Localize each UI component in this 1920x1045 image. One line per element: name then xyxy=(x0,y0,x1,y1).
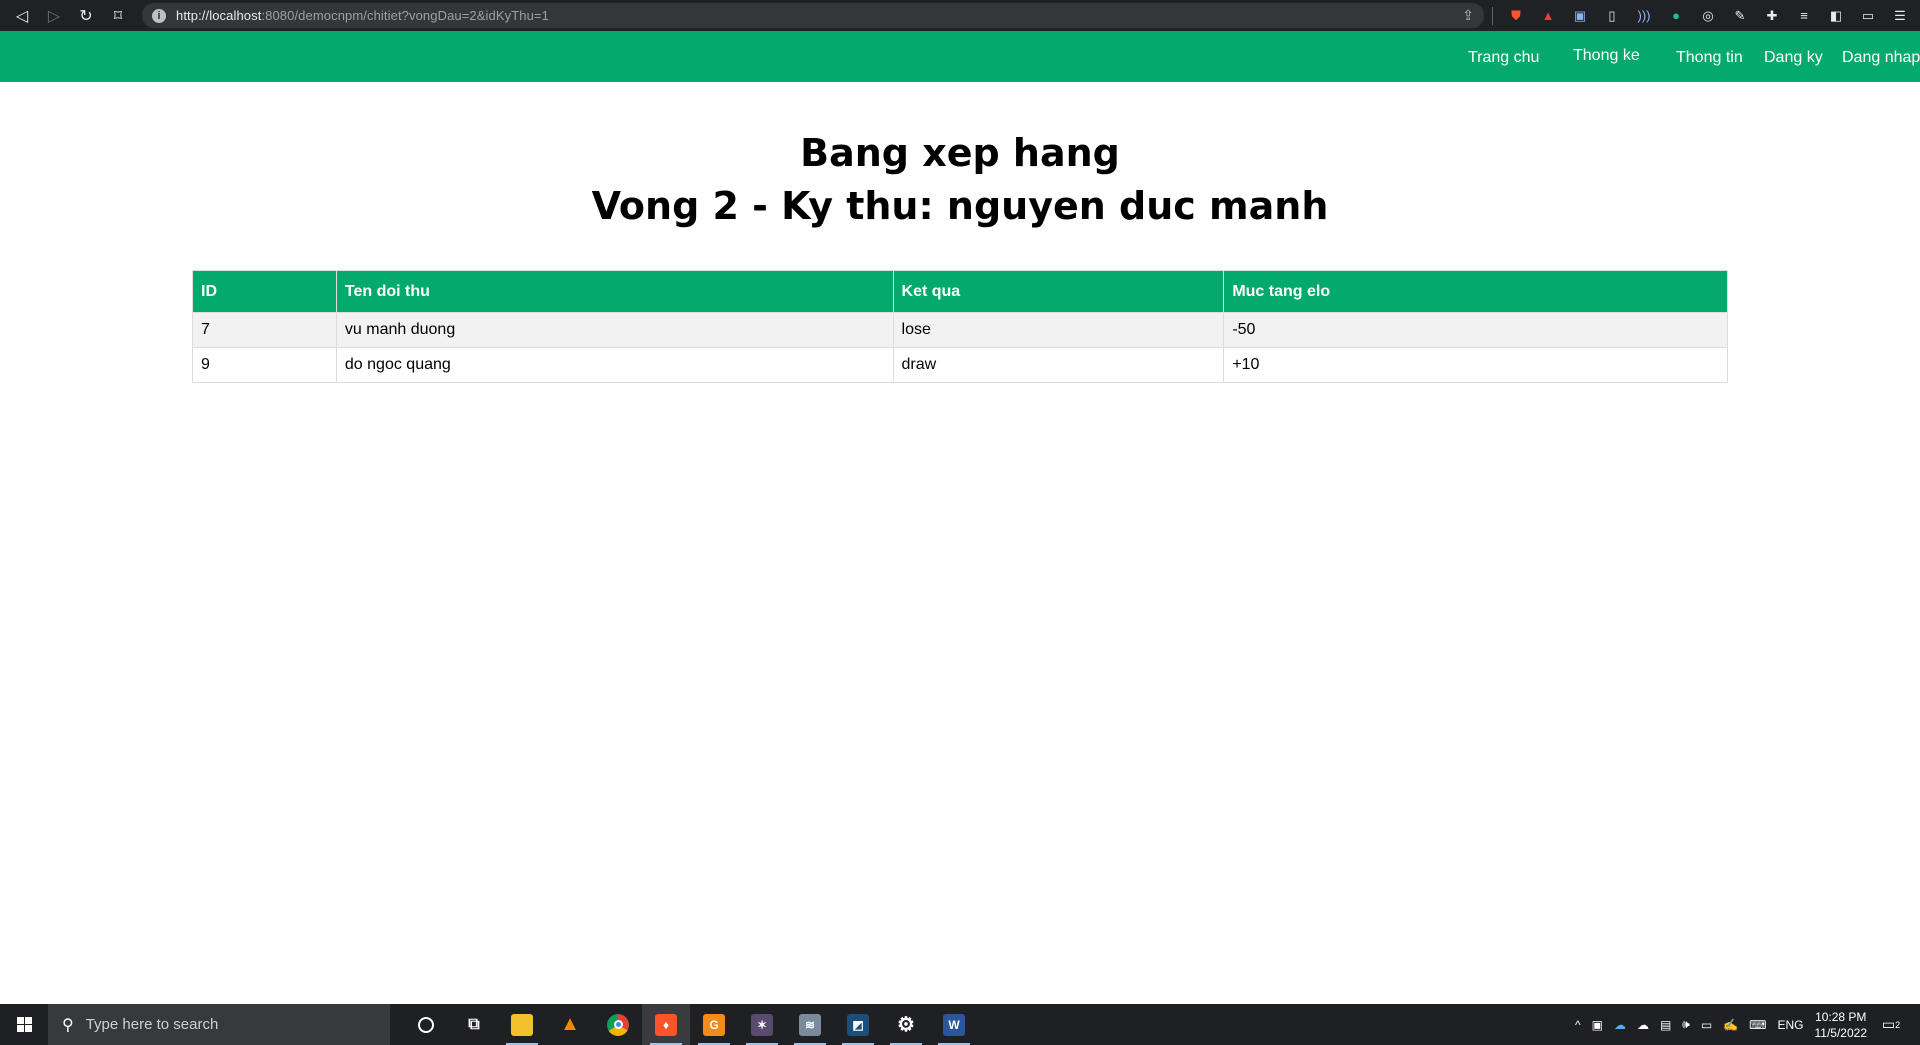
forward-icon[interactable]: ▷ xyxy=(44,6,64,26)
phone-extension-icon[interactable]: ▯ xyxy=(1603,7,1621,25)
sidebar-icon[interactable]: ◧ xyxy=(1827,7,1845,25)
table-row: 7 vu manh duong lose -50 xyxy=(192,312,1728,348)
page-title: Bang xep hang xyxy=(800,131,1120,175)
cell-elo-change: +10 xyxy=(1223,347,1728,383)
onedrive-icon[interactable]: ☁ xyxy=(1614,1018,1626,1032)
cell-opponent: do ngoc quang xyxy=(335,347,894,383)
toolbar-divider xyxy=(1492,6,1493,25)
cell-id: 7 xyxy=(192,312,337,348)
pen-extension-icon[interactable]: ✎ xyxy=(1731,7,1749,25)
search-placeholder: Type here to search xyxy=(85,1016,219,1033)
cell-elo-change: -50 xyxy=(1223,312,1728,348)
clock-date: 11/5/2022 xyxy=(1814,1025,1868,1040)
back-icon[interactable]: ◁ xyxy=(12,6,32,26)
menu-icon[interactable]: ☰ xyxy=(1891,7,1909,25)
notification-count: 2 xyxy=(1895,1019,1901,1030)
site-info-icon[interactable]: i xyxy=(152,8,166,23)
volume-icon[interactable]: 🕪 xyxy=(1682,1017,1690,1032)
address-bar[interactable]: i http://localhost:8080/democnpm/chitiet… xyxy=(142,3,1484,28)
clock-time: 10:28 PM xyxy=(1815,1009,1867,1024)
brave-rewards-icon[interactable]: ▲ xyxy=(1539,7,1557,25)
nav-thong-tin[interactable]: Thong tin xyxy=(1676,31,1743,82)
language-indicator[interactable]: ENG xyxy=(1777,1018,1803,1032)
system-tray: ^ ▣ ☁ ☁ ▤ 🕪 ▭ ✍ ⌨ ENG 10:28 PM 11/5/2022… xyxy=(1575,1004,1920,1045)
cell-opponent: vu manh duong xyxy=(335,312,894,348)
target-extension-icon[interactable]: ◎ xyxy=(1699,7,1717,25)
chrome-icon[interactable] xyxy=(594,1004,642,1045)
share-icon[interactable]: ⇪ xyxy=(1462,7,1474,24)
file-explorer-icon[interactable] xyxy=(498,1004,546,1045)
search-icon: ⚲ xyxy=(62,1016,74,1034)
pen-icon[interactable]: ✍ xyxy=(1723,1018,1738,1032)
nav-thong-ke[interactable]: Thong ke xyxy=(1573,31,1640,82)
task-view-icon[interactable]: ⧉ xyxy=(450,1004,498,1045)
wave-extension-icon[interactable]: ))) xyxy=(1635,7,1653,25)
netbeans-icon[interactable]: ◩ xyxy=(834,1004,882,1045)
brave-browser-icon[interactable]: ♦ xyxy=(642,1004,690,1045)
word-icon[interactable]: W xyxy=(930,1004,978,1045)
cell-id: 9 xyxy=(192,347,337,383)
top-navbar: Trang chu Thong ke Thong tin Dang ky Dan… xyxy=(0,31,1920,82)
reload-icon[interactable]: ↻ xyxy=(76,6,96,26)
battery-icon[interactable]: ▭ xyxy=(1701,1018,1712,1032)
start-button[interactable] xyxy=(0,1004,48,1045)
extensions-puzzle-icon[interactable]: ✚ xyxy=(1763,7,1781,25)
clock[interactable]: 10:28 PM 11/5/2022 xyxy=(1815,1009,1868,1041)
reading-list-icon[interactable]: ≡ xyxy=(1795,7,1813,25)
vlc-icon[interactable]: ▲ xyxy=(546,1004,594,1045)
notification-center-icon[interactable]: ▭ 2 xyxy=(1878,1012,1904,1038)
nav-dang-ky[interactable]: Dang ky xyxy=(1764,31,1823,82)
meet-now-icon[interactable]: ▣ xyxy=(1592,1018,1603,1032)
column-header-id: ID xyxy=(192,270,337,313)
taskbar-search-box[interactable]: ⚲ Type here to search xyxy=(48,1004,390,1045)
settings-icon[interactable]: ⚙ xyxy=(882,1004,930,1045)
nav-dang-nhap[interactable]: Dang nhap xyxy=(1842,31,1920,82)
windows-taskbar: ⚲ Type here to search ⧉ ▲ ♦ G ✶ ≋ ◩ ⚙ W … xyxy=(0,1004,1920,1045)
cortana-icon[interactable] xyxy=(402,1004,450,1045)
network-icon[interactable]: ▤ xyxy=(1660,1018,1671,1032)
table-row: 9 do ngoc quang draw +10 xyxy=(192,347,1728,383)
page-subtitle: Vong 2 - Ky thu: nguyen duc manh xyxy=(591,184,1329,228)
nav-trang-chu[interactable]: Trang chu xyxy=(1468,31,1539,82)
column-header-opponent: Ten doi thu xyxy=(335,270,894,313)
cloud-icon[interactable]: ☁ xyxy=(1637,1018,1649,1032)
game-app-icon[interactable]: ✶ xyxy=(738,1004,786,1045)
wallet-icon[interactable]: ▭ xyxy=(1859,7,1877,25)
column-header-elo-change: Muc tang elo xyxy=(1223,270,1728,313)
table-header-row: ID Ten doi thu Ket qua Muc tang elo xyxy=(192,270,1728,313)
grammarly-icon[interactable]: ● xyxy=(1667,7,1685,25)
database-app-icon[interactable]: ≋ xyxy=(786,1004,834,1045)
column-header-result: Ket qua xyxy=(892,270,1225,313)
cell-result: draw xyxy=(892,347,1225,383)
bookmark-icon[interactable]: ⌑ xyxy=(108,6,128,26)
ranking-table: ID Ten doi thu Ket qua Muc tang elo 7 vu… xyxy=(192,270,1728,383)
cell-result: lose xyxy=(892,312,1225,348)
translate-extension-icon[interactable]: ▣ xyxy=(1571,7,1589,25)
show-hidden-icons-chevron-icon[interactable]: ^ xyxy=(1575,1018,1581,1032)
brave-shield-icon[interactable]: ⛊ xyxy=(1507,7,1525,25)
browser-toolbar: ◁ ▷ ↻ ⌑ i http://localhost:8080/democnpm… xyxy=(0,0,1920,31)
orange-app-icon[interactable]: G xyxy=(690,1004,738,1045)
url-text: http://localhost:8080/democnpm/chitiet?v… xyxy=(176,8,549,23)
keyboard-icon[interactable]: ⌨ xyxy=(1749,1018,1766,1032)
windows-logo-icon xyxy=(16,1017,32,1032)
